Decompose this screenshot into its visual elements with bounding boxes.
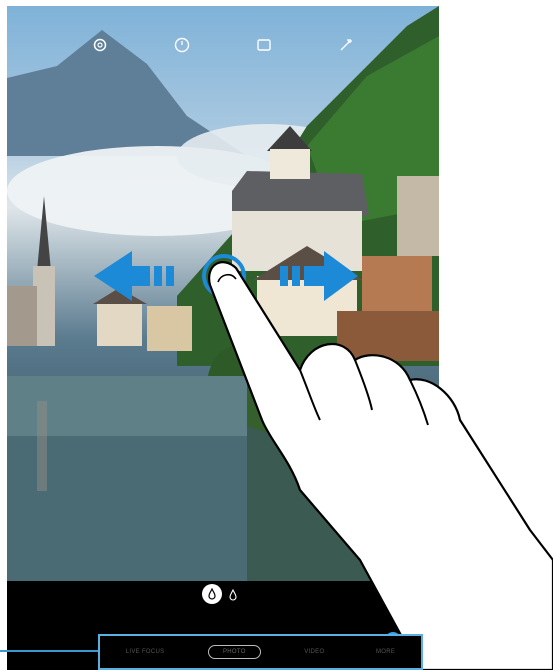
mode-live-focus[interactable]: LIVE FOCUS [118,646,173,658]
swipe-left-arrow [94,251,174,301]
camera-mode-strip[interactable]: LIVE FOCUS PHOTO VIDEO MORE [98,634,423,670]
mode-photo[interactable]: PHOTO [208,645,261,659]
mode-more[interactable]: MORE [368,646,403,658]
hand-illustration [208,261,553,670]
swipe-gesture-overlay [94,251,553,670]
swipe-right-arrow [280,251,358,301]
mode-strip-callout-line [0,650,98,652]
mode-video[interactable]: VIDEO [296,646,332,658]
